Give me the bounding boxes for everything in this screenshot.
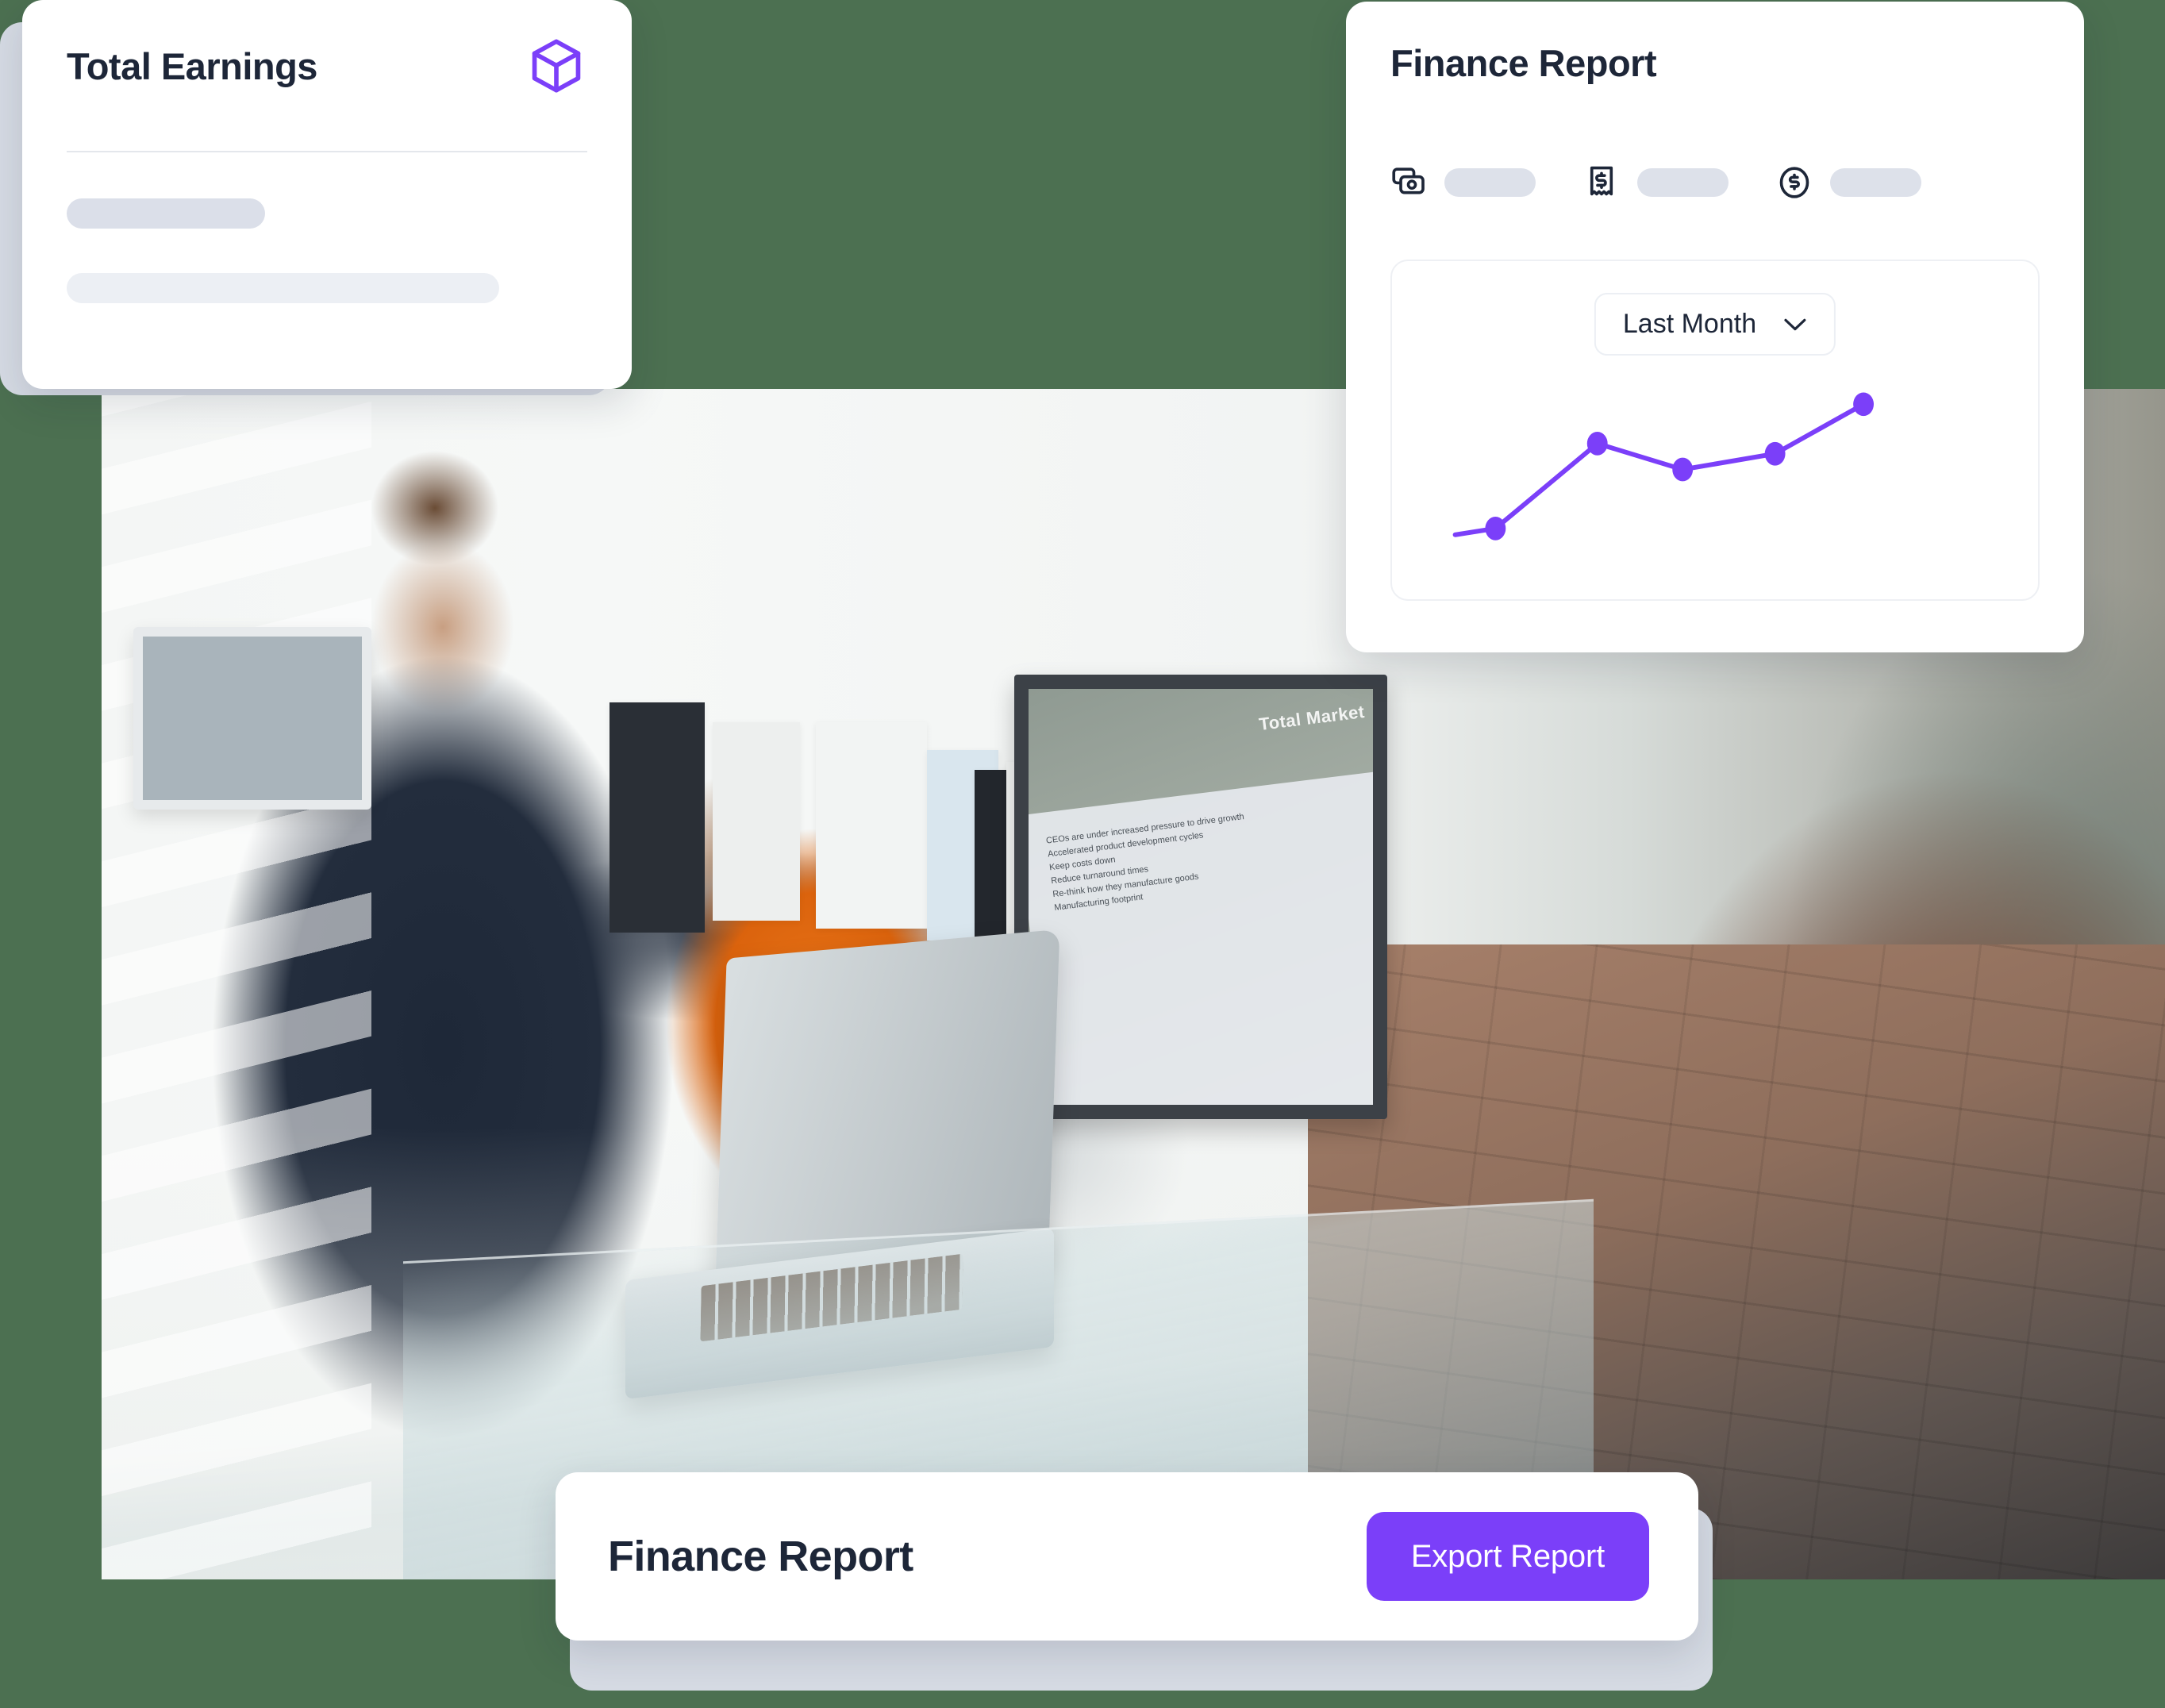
finance-metrics-row xyxy=(1390,164,2040,201)
presentation-screen: Total Market CEOs are under increased pr… xyxy=(1014,675,1387,1119)
finance-report-bottom-bar: Finance Report Export Report xyxy=(556,1472,1698,1641)
earnings-card-header: Total Earnings xyxy=(67,38,587,94)
finance-report-card: Finance Report Last Month xyxy=(1346,2,2084,652)
metric-dollar-coin[interactable] xyxy=(1776,164,1921,201)
window-light-bands xyxy=(102,389,371,1579)
screenshot-root: Total Market CEOs are under increased pr… xyxy=(0,0,2165,1708)
metric-label-skeleton xyxy=(1444,168,1536,197)
metric-receipt[interactable] xyxy=(1583,164,1729,201)
banknotes-icon xyxy=(1390,164,1427,201)
cube-icon xyxy=(530,38,583,94)
total-earnings-card: Total Earnings xyxy=(22,0,632,389)
wall-poster xyxy=(816,722,927,929)
metric-label-skeleton xyxy=(1830,168,1921,197)
chart-point xyxy=(1764,441,1786,466)
chart-line xyxy=(1452,402,1867,537)
chart-point xyxy=(1485,516,1506,540)
earnings-subtitle-skeleton xyxy=(67,273,499,303)
presentation-heading: Total Market xyxy=(1257,701,1366,735)
metric-label-skeleton xyxy=(1637,168,1729,197)
finance-line-chart xyxy=(1452,392,1875,540)
chart-point xyxy=(1853,392,1875,417)
chart-point xyxy=(1672,457,1694,482)
finance-chart-panel: Last Month xyxy=(1390,260,2040,601)
earnings-title: Total Earnings xyxy=(67,44,317,87)
wall-poster xyxy=(713,722,800,921)
divider xyxy=(67,151,587,152)
bottom-bar-title: Finance Report xyxy=(608,1533,913,1580)
earnings-value-skeleton xyxy=(67,198,265,229)
finance-report-title: Finance Report xyxy=(1390,42,1657,84)
metric-banknotes[interactable] xyxy=(1390,164,1536,201)
chart-point xyxy=(1586,431,1608,456)
wall-monitor-left xyxy=(133,627,371,810)
wall-poster xyxy=(610,702,705,933)
receipt-dollar-icon xyxy=(1583,164,1620,201)
dollar-coin-icon xyxy=(1776,164,1813,201)
export-report-button[interactable]: Export Report xyxy=(1366,1512,1649,1601)
